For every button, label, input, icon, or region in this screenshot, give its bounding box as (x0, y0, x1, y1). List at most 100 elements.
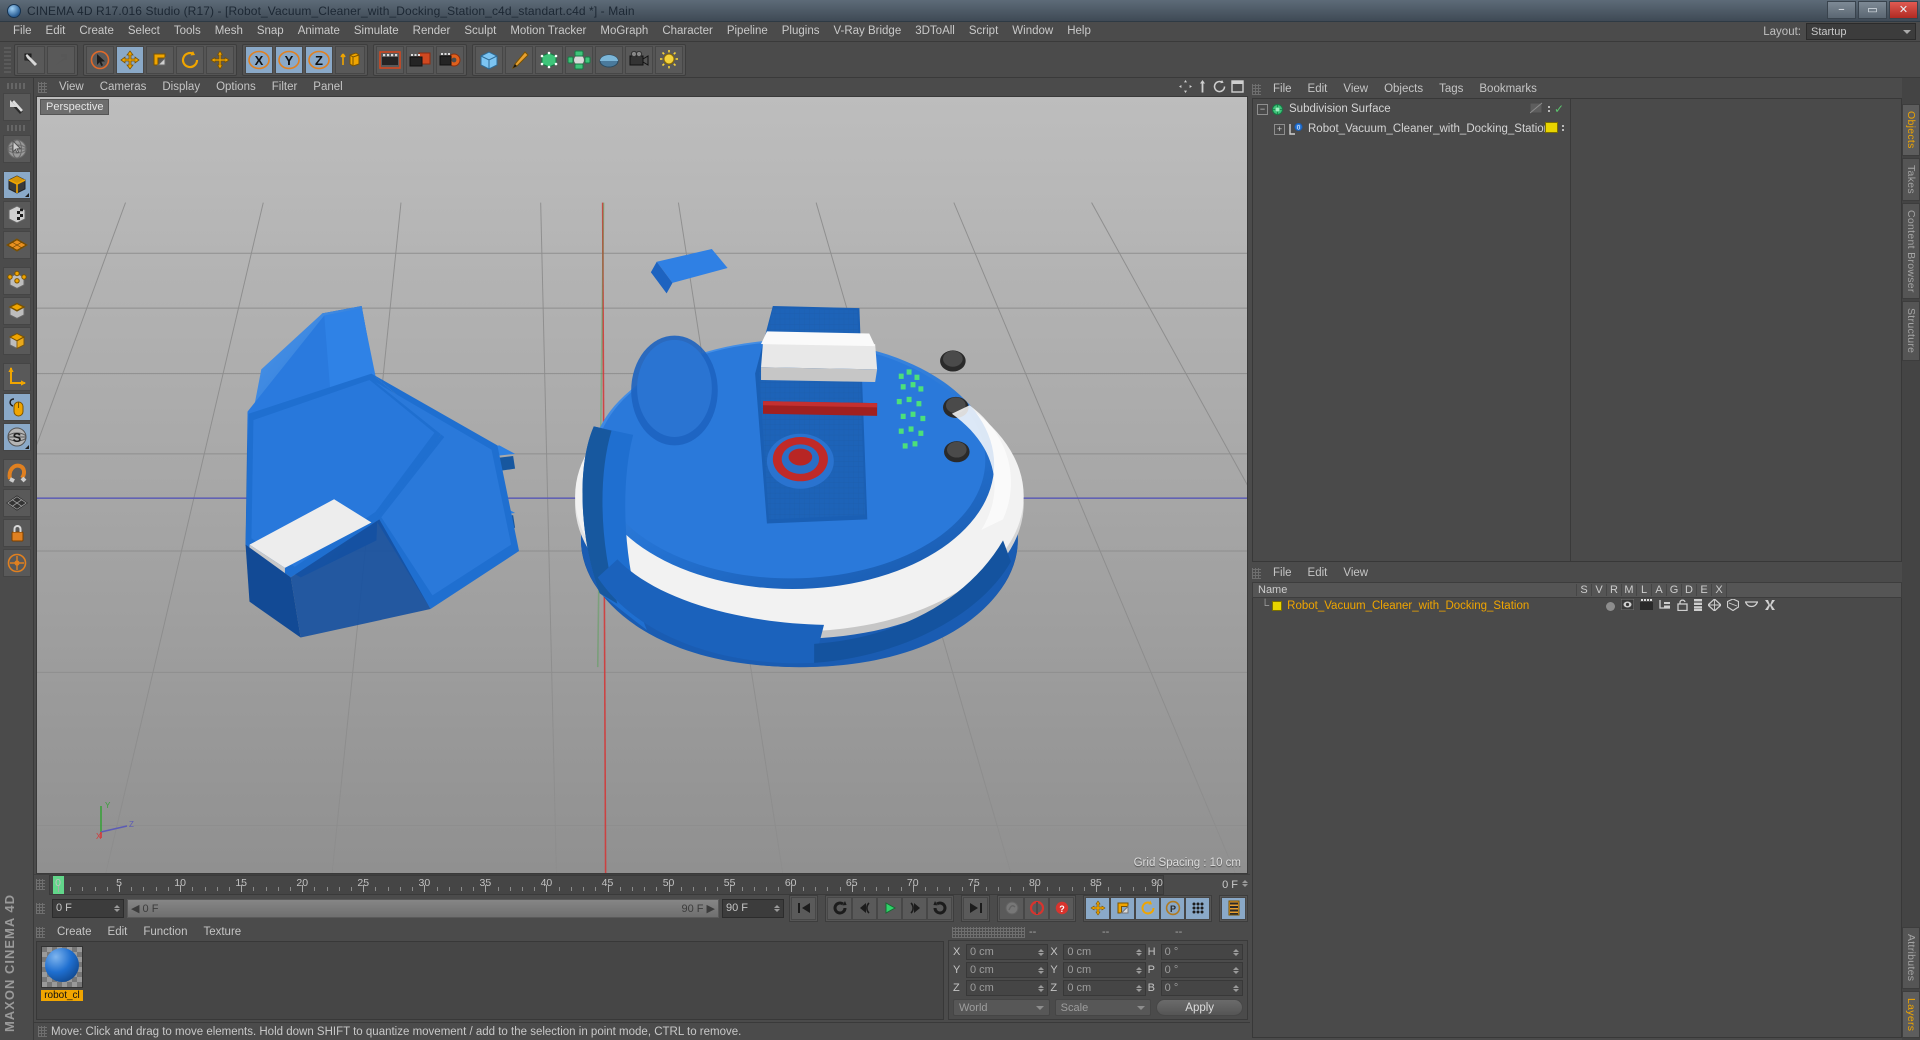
polygons-mode-icon[interactable] (2, 327, 31, 355)
size-z-input[interactable]: 0 cm (1063, 980, 1146, 996)
menu-item-plugins[interactable]: Plugins (775, 22, 827, 41)
environment-button[interactable] (595, 45, 623, 74)
rotation-b-input[interactable]: 0 ° (1160, 980, 1243, 996)
pan-icon[interactable] (1179, 80, 1192, 96)
pla-key-icon[interactable] (1185, 896, 1210, 920)
points-mode-icon[interactable] (2, 267, 31, 295)
undo-button[interactable] (17, 45, 45, 74)
cube-primitive-button[interactable] (475, 45, 503, 74)
material-swatch[interactable]: robot_cl (41, 946, 83, 1001)
timeline-controls-grip-icon[interactable] (36, 902, 45, 914)
size-y-input[interactable]: 0 cm (1063, 962, 1146, 978)
lock-open-icon[interactable] (1677, 598, 1688, 614)
rotation-h-input[interactable]: 0 ° (1160, 944, 1243, 960)
workplane-mode-icon[interactable] (2, 549, 31, 577)
object-manager-menu-view[interactable]: View (1335, 80, 1376, 98)
current-frame-field[interactable]: 0 F (52, 898, 124, 918)
play-forward-icon[interactable] (877, 896, 902, 920)
play-backward-loop-icon[interactable] (827, 896, 852, 920)
xref-icon[interactable] (1764, 599, 1776, 614)
visibility-toggle-dots[interactable] (1547, 105, 1550, 112)
viewport-menu-view[interactable]: View (51, 78, 92, 96)
menu-item-mograph[interactable]: MoGraph (593, 22, 655, 41)
deformer-toggle-icon[interactable] (1726, 597, 1740, 614)
layer-row[interactable]: └ Robot_Vacuum_Cleaner_with_Docking_Stat… (1253, 597, 1901, 614)
coordinates-grip-icon[interactable] (952, 926, 1025, 938)
viewport-menu-display[interactable]: Display (154, 78, 208, 96)
workplane-icon[interactable] (2, 231, 31, 259)
texture-mode-icon[interactable] (2, 201, 31, 229)
viewport-menu-options[interactable]: Options (208, 78, 264, 96)
edge-tab-attributes[interactable]: Attributes (1902, 927, 1920, 989)
menu-item-edit[interactable]: Edit (39, 22, 73, 41)
object-manager-list[interactable]: − Subdivision Surface ✓ + 0 Robot_Vacuum… (1252, 98, 1902, 562)
live-selection-icon[interactable] (2, 135, 31, 163)
material-tag-icon[interactable] (1545, 122, 1558, 133)
param-key-icon[interactable]: P (1160, 896, 1185, 920)
menu-item-motion-tracker[interactable]: Motion Tracker (503, 22, 593, 41)
solo-dot-icon[interactable] (1606, 601, 1615, 611)
coordinate-mode-dropdown[interactable]: Scale (1054, 999, 1152, 1016)
move-axis-button[interactable] (206, 45, 234, 74)
apply-button[interactable]: Apply (1156, 999, 1244, 1016)
material-menu-texture[interactable]: Texture (195, 924, 249, 941)
minimize-button[interactable]: − (1827, 1, 1856, 19)
status-bar-grip-icon[interactable] (38, 1026, 47, 1037)
z-axis-lock-button[interactable]: Z (305, 45, 333, 74)
object-manager-menu-bookmarks[interactable]: Bookmarks (1471, 80, 1545, 98)
render-picture-viewer-button[interactable] (406, 45, 434, 74)
menu-item-help[interactable]: Help (1060, 22, 1098, 41)
pen-spline-button[interactable] (505, 45, 533, 74)
maximize-view-icon[interactable] (1231, 80, 1244, 96)
current-frame-spinner[interactable] (114, 904, 120, 912)
coordinate-system-dropdown[interactable]: World (953, 999, 1050, 1016)
layer-manager-menu-view[interactable]: View (1335, 564, 1376, 582)
material-panel-grip-icon[interactable] (36, 927, 45, 938)
undo-big-icon[interactable] (2, 93, 31, 121)
viewport-menu-filter[interactable]: Filter (264, 78, 306, 96)
layout-dropdown[interactable]: Startup (1806, 23, 1916, 40)
render-icon[interactable] (1640, 599, 1653, 613)
edge-tab-content-browser[interactable]: Content Browser (1902, 202, 1920, 300)
y-axis-lock-button[interactable]: Y (275, 45, 303, 74)
menu-item-snap[interactable]: Snap (250, 22, 291, 41)
x-axis-lock-button[interactable]: X (245, 45, 273, 74)
play-loop-icon[interactable] (927, 896, 952, 920)
left-toolbar-grip-2[interactable] (6, 125, 27, 131)
perspective-viewport[interactable]: Perspective Grid Spacing : 10 cm Y Z X (36, 96, 1248, 874)
menu-item-pipeline[interactable]: Pipeline (720, 22, 775, 41)
timeline-range-slider[interactable]: ◀ 0 F 90 F ▶ (127, 898, 719, 918)
menu-item-simulate[interactable]: Simulate (347, 22, 406, 41)
check-icon[interactable]: ✓ (1554, 103, 1564, 115)
move-tool-button[interactable] (116, 45, 144, 74)
timeline-icon[interactable] (1221, 896, 1246, 920)
menu-item-character[interactable]: Character (655, 22, 720, 41)
deformer-button[interactable] (565, 45, 593, 74)
soft-selection-icon[interactable]: S (2, 423, 31, 451)
object-manager-menu-edit[interactable]: Edit (1300, 80, 1336, 98)
layer-color-chip[interactable] (1272, 601, 1283, 611)
maximize-button[interactable]: ▭ (1858, 1, 1887, 19)
edge-tab-takes[interactable]: Takes (1902, 157, 1920, 201)
object-row-subdivision-surface[interactable]: − Subdivision Surface ✓ (1253, 99, 1570, 119)
grid-icon[interactable] (2, 489, 31, 517)
layer-manager-grip-icon[interactable] (1252, 567, 1261, 579)
end-frame-spinner[interactable] (774, 904, 780, 912)
object-manager-menu-tags[interactable]: Tags (1431, 80, 1471, 98)
expand-toggle-icon-2[interactable]: + (1274, 123, 1285, 135)
material-panel-body[interactable]: robot_cl (36, 941, 944, 1020)
generator-button[interactable] (535, 45, 563, 74)
rotation-key-icon[interactable] (1135, 896, 1160, 920)
frame-spinner[interactable] (1242, 879, 1248, 887)
render-settings-button[interactable] (436, 45, 464, 74)
live-selection-button[interactable] (86, 45, 114, 74)
next-frame-icon[interactable] (902, 896, 927, 920)
go-to-end-icon[interactable] (963, 896, 988, 920)
go-to-start-icon[interactable] (791, 896, 816, 920)
lock-icon[interactable] (2, 519, 31, 547)
viewport-menu-grip-icon[interactable] (38, 81, 47, 93)
model-mode-icon[interactable] (2, 171, 31, 199)
position-x-input[interactable]: 0 cm (966, 944, 1049, 960)
rotate-view-icon[interactable] (1213, 80, 1226, 96)
record-active-objects-icon[interactable] (999, 896, 1024, 920)
